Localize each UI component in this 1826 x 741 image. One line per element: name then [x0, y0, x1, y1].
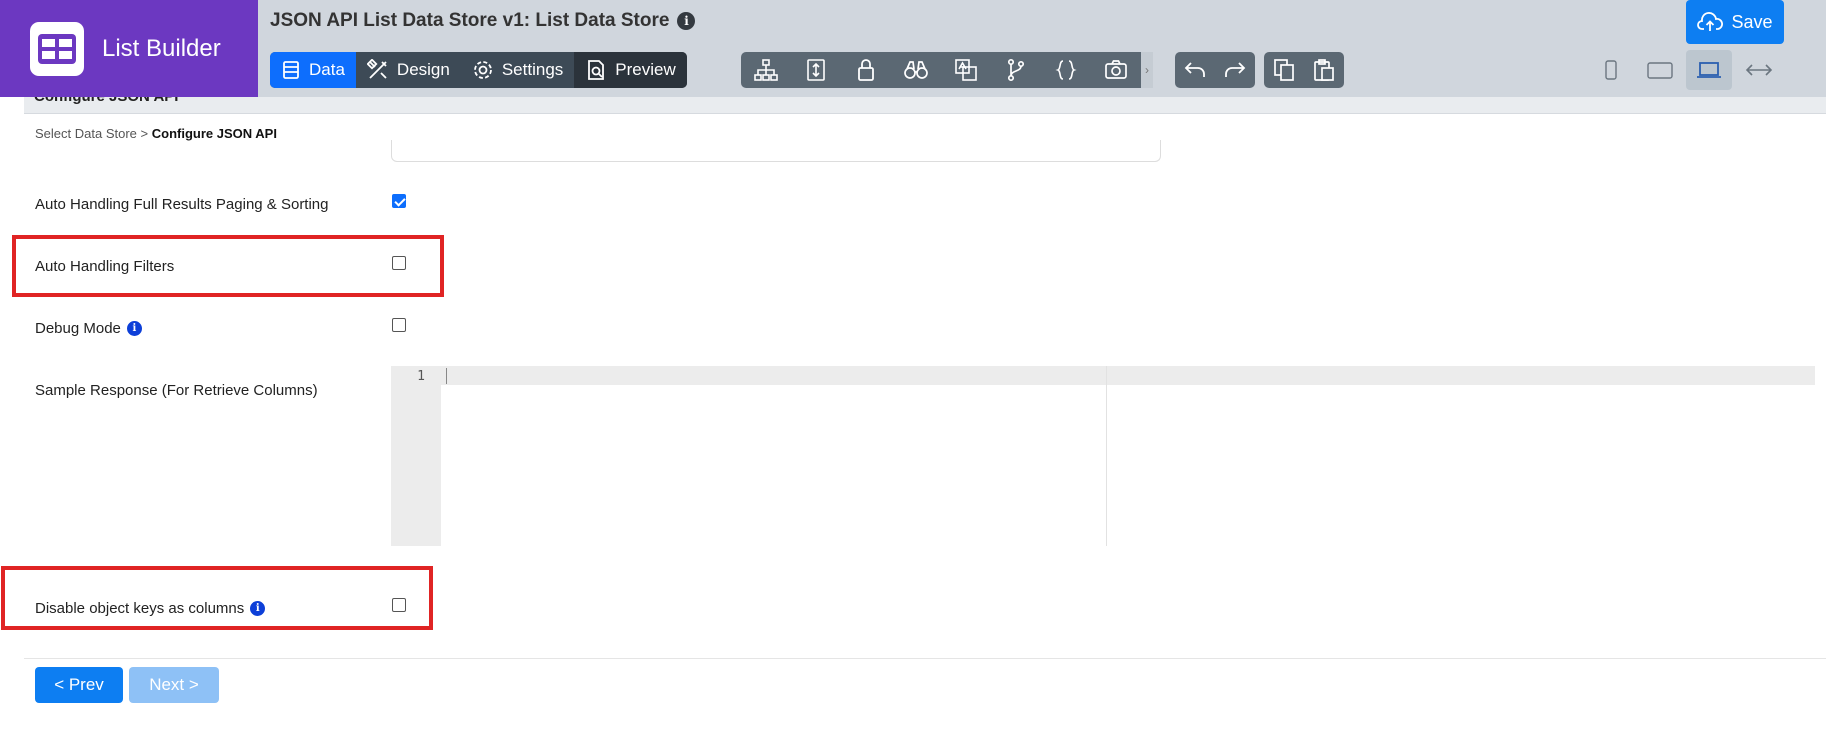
camera-icon[interactable] — [1091, 52, 1141, 88]
disable-keys-label-text: Disable object keys as columns — [35, 600, 245, 617]
breadcrumb-current: Configure JSON API — [151, 126, 277, 141]
sample-response-label: Sample Response (For Retrieve Columns) — [35, 382, 318, 399]
page-title: JSON API List Data Store v1: List Data S… — [270, 10, 696, 32]
laptop-view-icon[interactable] — [1686, 50, 1732, 90]
save-button-label: Save — [1731, 11, 1773, 32]
brand-name: List Builder — [102, 34, 221, 62]
toolbar-scroll-right[interactable]: › — [1141, 52, 1153, 88]
debug-label: Debug Mode i — [35, 320, 142, 337]
info-icon[interactable]: i — [126, 321, 142, 336]
filters-checkbox[interactable] — [392, 256, 406, 270]
tab-design-label: Design — [396, 60, 450, 79]
editor-active-line — [441, 366, 1815, 385]
tab-design[interactable]: Design — [356, 52, 461, 88]
data-icon — [283, 61, 299, 79]
line-number: 1 — [417, 369, 425, 384]
tab-settings[interactable]: Settings — [461, 52, 574, 88]
info-icon[interactable]: i — [250, 601, 266, 616]
editor-print-margin — [1106, 366, 1107, 546]
debug-label-text: Debug Mode — [35, 320, 121, 337]
braces-icon[interactable] — [1041, 52, 1091, 88]
tablet-view-icon[interactable] — [1637, 50, 1683, 90]
undo-redo-group — [1175, 52, 1255, 88]
page-title-text: JSON API List Data Store v1: List Data S… — [270, 10, 670, 31]
tab-preview-label: Preview — [615, 60, 676, 79]
paste-icon[interactable] — [1304, 52, 1344, 88]
clipboard-group — [1264, 52, 1344, 88]
tab-data-label: Data — [309, 60, 345, 79]
form-layout-icon[interactable] — [791, 52, 841, 88]
tab-data[interactable]: Data — [270, 52, 356, 88]
translate-icon[interactable] — [941, 52, 991, 88]
tab-settings-label: Settings — [501, 60, 564, 79]
breadcrumb: Select Data Store > Configure JSON API — [35, 126, 277, 141]
next-button[interactable]: Next > — [129, 667, 219, 703]
section-title: Configure JSON API — [34, 97, 178, 105]
full-width-icon[interactable] — [1736, 50, 1782, 90]
section-header: Configure JSON API — [24, 97, 1826, 114]
debug-checkbox[interactable] — [392, 318, 406, 332]
cloud-upload-icon — [1697, 12, 1724, 31]
highlight-box-disable-keys — [1, 566, 433, 630]
paging-checkbox[interactable] — [392, 194, 406, 208]
filters-label: Auto Handling Filters — [35, 258, 175, 275]
mobile-view-icon[interactable] — [1588, 50, 1634, 90]
prev-button[interactable]: < Prev — [35, 667, 123, 703]
info-icon[interactable]: i — [677, 12, 696, 30]
tool-icons-group: › — [741, 52, 1153, 88]
branch-icon[interactable] — [991, 52, 1041, 88]
gear-icon — [473, 61, 492, 79]
design-icon — [366, 59, 387, 79]
url-input-remnant[interactable] — [391, 140, 1161, 162]
paging-label: Auto Handling Full Results Paging & Sort… — [35, 196, 329, 213]
brand: List Builder — [0, 0, 258, 97]
redo-icon[interactable] — [1215, 52, 1255, 88]
preview-icon — [588, 60, 605, 80]
disable-keys-checkbox[interactable] — [392, 598, 406, 612]
lock-icon[interactable] — [841, 52, 891, 88]
copy-icon[interactable] — [1264, 52, 1304, 88]
footer-divider — [24, 658, 1826, 659]
editor-gutter: 1 — [391, 366, 441, 546]
code-editor[interactable]: 1 — [391, 366, 1815, 546]
breadcrumb-separator: > — [140, 126, 149, 141]
tab-preview[interactable]: Preview — [574, 52, 687, 88]
top-toolbar: List Builder JSON API List Data Store v1… — [0, 0, 1826, 97]
disable-keys-label: Disable object keys as columns i — [35, 600, 266, 617]
grid-logo-icon — [30, 21, 84, 76]
sitemap-icon[interactable] — [741, 52, 791, 88]
mode-tabs: Data Design Settings Preview — [270, 52, 687, 88]
breadcrumb-parent[interactable]: Select Data Store — [35, 126, 137, 141]
save-button[interactable]: Save — [1686, 0, 1784, 44]
editor-cursor — [446, 368, 447, 384]
binoculars-icon[interactable] — [891, 52, 941, 88]
undo-icon[interactable] — [1175, 52, 1215, 88]
